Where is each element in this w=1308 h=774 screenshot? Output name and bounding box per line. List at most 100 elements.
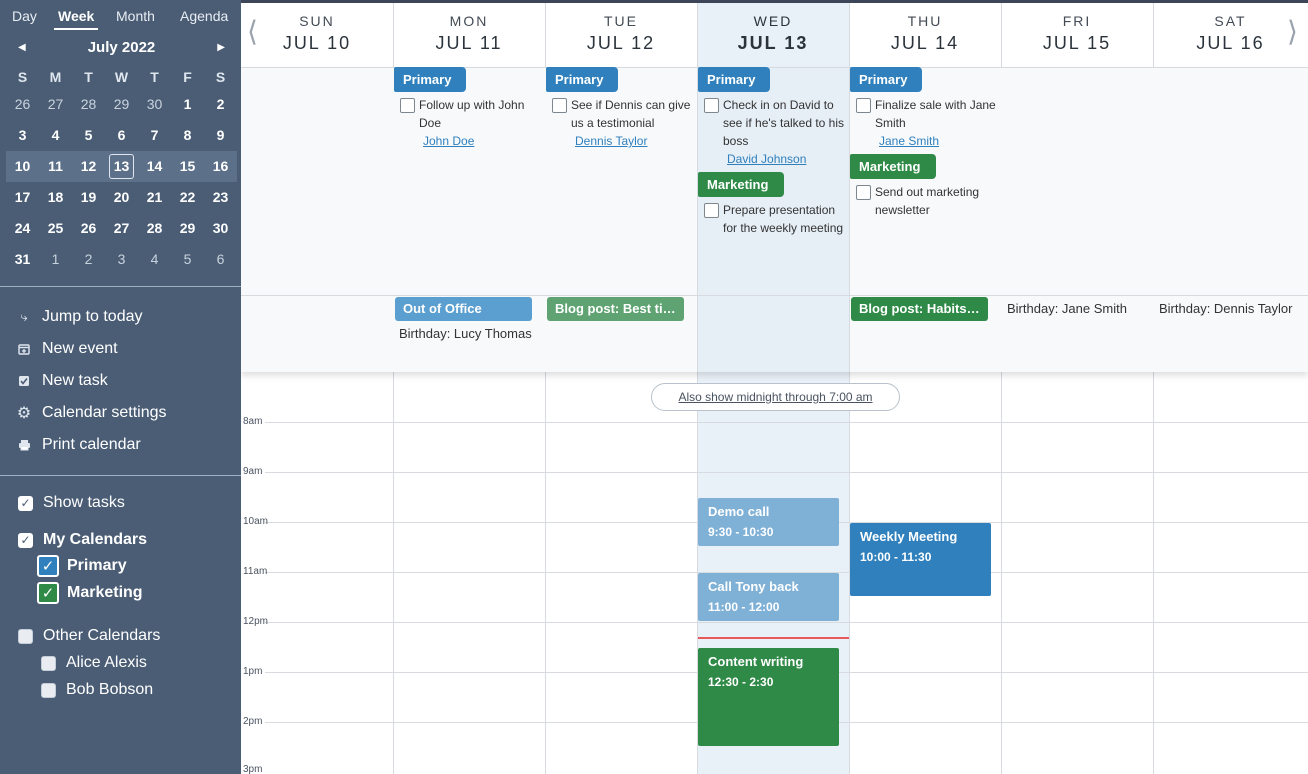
contact-link[interactable]: John Doe [400, 132, 544, 150]
tab-week[interactable]: Week [53, 8, 99, 30]
calendar-tag-primary[interactable]: Primary [850, 67, 922, 92]
mini-cal-day[interactable]: 30 [138, 89, 171, 120]
mini-cal-day[interactable]: 4 [138, 244, 171, 275]
mini-cal-day[interactable]: 26 [72, 213, 105, 244]
mini-cal-day[interactable]: 8 [171, 120, 204, 151]
contact-link[interactable]: Jane Smith [856, 132, 1000, 150]
checkbox-unchecked-icon[interactable] [41, 655, 56, 671]
mini-cal-day[interactable]: 27 [105, 213, 138, 244]
checkbox-checked-icon[interactable]: ✓ [37, 582, 59, 604]
print-calendar-button[interactable]: Print calendar [16, 434, 141, 456]
day-header-wed[interactable]: WED JUL 13 [697, 3, 849, 67]
allday-event-blog-post[interactable]: Blog post: Best tip... [547, 297, 684, 321]
mini-cal-day[interactable]: 30 [204, 213, 237, 244]
event-content-writing[interactable]: Content writing 12:30 - 2:30 [698, 648, 839, 746]
mini-cal-next-icon[interactable]: ▶ [217, 42, 225, 53]
mini-cal-day[interactable]: 1 [39, 244, 72, 275]
mini-cal-day[interactable]: 28 [138, 213, 171, 244]
task-checkbox[interactable] [400, 98, 415, 113]
mini-cal-day[interactable]: 5 [171, 244, 204, 275]
task-checkbox[interactable] [704, 203, 719, 218]
mini-cal-day[interactable]: 2 [204, 89, 237, 120]
mini-cal-day[interactable]: 3 [6, 120, 39, 151]
jump-to-today-button[interactable]: ⤷ Jump to today [16, 306, 142, 328]
task-checkbox[interactable] [704, 98, 719, 113]
new-task-button[interactable]: New task [16, 370, 108, 392]
new-event-button[interactable]: New event [16, 338, 118, 360]
mini-cal-day[interactable]: 5 [72, 120, 105, 151]
day-header-mon[interactable]: MON JUL 11 [393, 3, 545, 67]
mini-cal-day[interactable]: 29 [171, 213, 204, 244]
checkbox-unchecked-icon[interactable] [18, 628, 33, 644]
mini-cal-week-row[interactable]: 3456789 [6, 120, 237, 151]
birthday-label[interactable]: Birthday: Jane Smith [1007, 301, 1127, 316]
day-header-fri[interactable]: FRI JUL 15 [1001, 3, 1153, 67]
event-weekly-meeting[interactable]: Weekly Meeting 10:00 - 11:30 [850, 523, 991, 596]
mini-cal-week-row[interactable]: 26 27 28 29 30 1 2 [6, 89, 237, 120]
mini-cal-day[interactable]: 29 [105, 89, 138, 120]
day-header-sat[interactable]: SAT JUL 16 [1153, 3, 1308, 67]
mini-cal-day[interactable]: 27 [39, 89, 72, 120]
mini-cal-day[interactable]: 14 [138, 151, 171, 182]
mini-cal-day[interactable]: 28 [72, 89, 105, 120]
mini-cal-day[interactable]: 3 [105, 244, 138, 275]
birthday-label[interactable]: Birthday: Dennis Taylor [1159, 301, 1292, 316]
calendar-tag-marketing[interactable]: Marketing [698, 172, 784, 197]
show-midnight-button[interactable]: Also show midnight through 7:00 am [651, 383, 900, 411]
allday-event-out-of-office[interactable]: Out of Office [395, 297, 532, 321]
mini-cal-day[interactable]: 7 [138, 120, 171, 151]
mini-cal-day[interactable]: 4 [39, 120, 72, 151]
contact-link[interactable]: David Johnson [704, 150, 848, 168]
mini-cal-day[interactable]: 22 [171, 182, 204, 213]
mini-cal-week-row[interactable]: 31 1 2 3 4 5 6 [6, 244, 237, 275]
mini-cal-week-row[interactable]: 10 11 12 13 14 15 16 [6, 151, 237, 182]
mini-cal-day[interactable]: 23 [204, 182, 237, 213]
checkbox-unchecked-icon[interactable] [41, 682, 56, 698]
mini-cal-week-row[interactable]: 24 25 26 27 28 29 30 [6, 213, 237, 244]
mini-cal-day[interactable]: 10 [6, 151, 39, 182]
mini-cal-day[interactable]: 19 [72, 182, 105, 213]
tab-day[interactable]: Day [12, 8, 37, 24]
event-demo-call[interactable]: Demo call 9:30 - 10:30 [698, 498, 839, 546]
calendar-toggle-bob[interactable]: Bob Bobson [41, 681, 153, 699]
mini-cal-day[interactable]: 26 [6, 89, 39, 120]
day-header-tue[interactable]: TUE JUL 12 [545, 3, 697, 67]
mini-cal-day[interactable]: 12 [72, 151, 105, 182]
calendar-toggle-alice[interactable]: Alice Alexis [41, 654, 147, 672]
mini-cal-day[interactable]: 16 [204, 151, 237, 182]
calendar-tag-marketing[interactable]: Marketing [850, 154, 936, 179]
task-checkbox[interactable] [856, 98, 871, 113]
mini-cal-day[interactable]: 20 [105, 182, 138, 213]
birthday-label[interactable]: Birthday: Lucy Thomas [399, 326, 532, 341]
day-header-sun[interactable]: SUN JUL 10 [241, 3, 393, 67]
mini-cal-day[interactable]: 17 [6, 182, 39, 213]
mini-cal-day[interactable]: 24 [6, 213, 39, 244]
calendar-tag-primary[interactable]: Primary [698, 67, 770, 92]
calendar-toggle-marketing[interactable]: ✓ Marketing [37, 582, 143, 604]
day-header-thu[interactable]: THU JUL 14 [849, 3, 1001, 67]
mini-cal-day[interactable]: 6 [204, 244, 237, 275]
mini-cal-day[interactable]: 25 [39, 213, 72, 244]
tab-agenda[interactable]: Agenda [180, 8, 228, 24]
show-tasks-toggle[interactable]: ✓ Show tasks [18, 494, 125, 512]
mini-cal-day[interactable]: 2 [72, 244, 105, 275]
contact-link[interactable]: Dennis Taylor [552, 132, 696, 150]
mini-cal-day[interactable]: 15 [171, 151, 204, 182]
chevron-left-icon[interactable]: ⟨ [247, 18, 258, 46]
mini-cal-day[interactable]: 6 [105, 120, 138, 151]
calendar-toggle-primary[interactable]: ✓ Primary [37, 555, 127, 577]
mini-cal-day[interactable]: 18 [39, 182, 72, 213]
other-calendars-toggle[interactable]: Other Calendars [18, 627, 160, 645]
mini-cal-day[interactable]: 9 [204, 120, 237, 151]
checkbox-checked-icon[interactable]: ✓ [18, 495, 33, 511]
my-calendars-toggle[interactable]: ✓ My Calendars [18, 531, 147, 549]
mini-cal-day[interactable]: 11 [39, 151, 72, 182]
checkbox-checked-icon[interactable]: ✓ [18, 532, 33, 548]
calendar-settings-button[interactable]: ⚙ Calendar settings [16, 402, 167, 424]
mini-cal-day[interactable]: 13 [105, 151, 138, 182]
tab-month[interactable]: Month [116, 8, 155, 24]
mini-cal-day[interactable]: 31 [6, 244, 39, 275]
task-checkbox[interactable] [552, 98, 567, 113]
mini-cal-day[interactable]: 21 [138, 182, 171, 213]
allday-event-blog-post[interactable]: Blog post: Habits f... [851, 297, 988, 321]
